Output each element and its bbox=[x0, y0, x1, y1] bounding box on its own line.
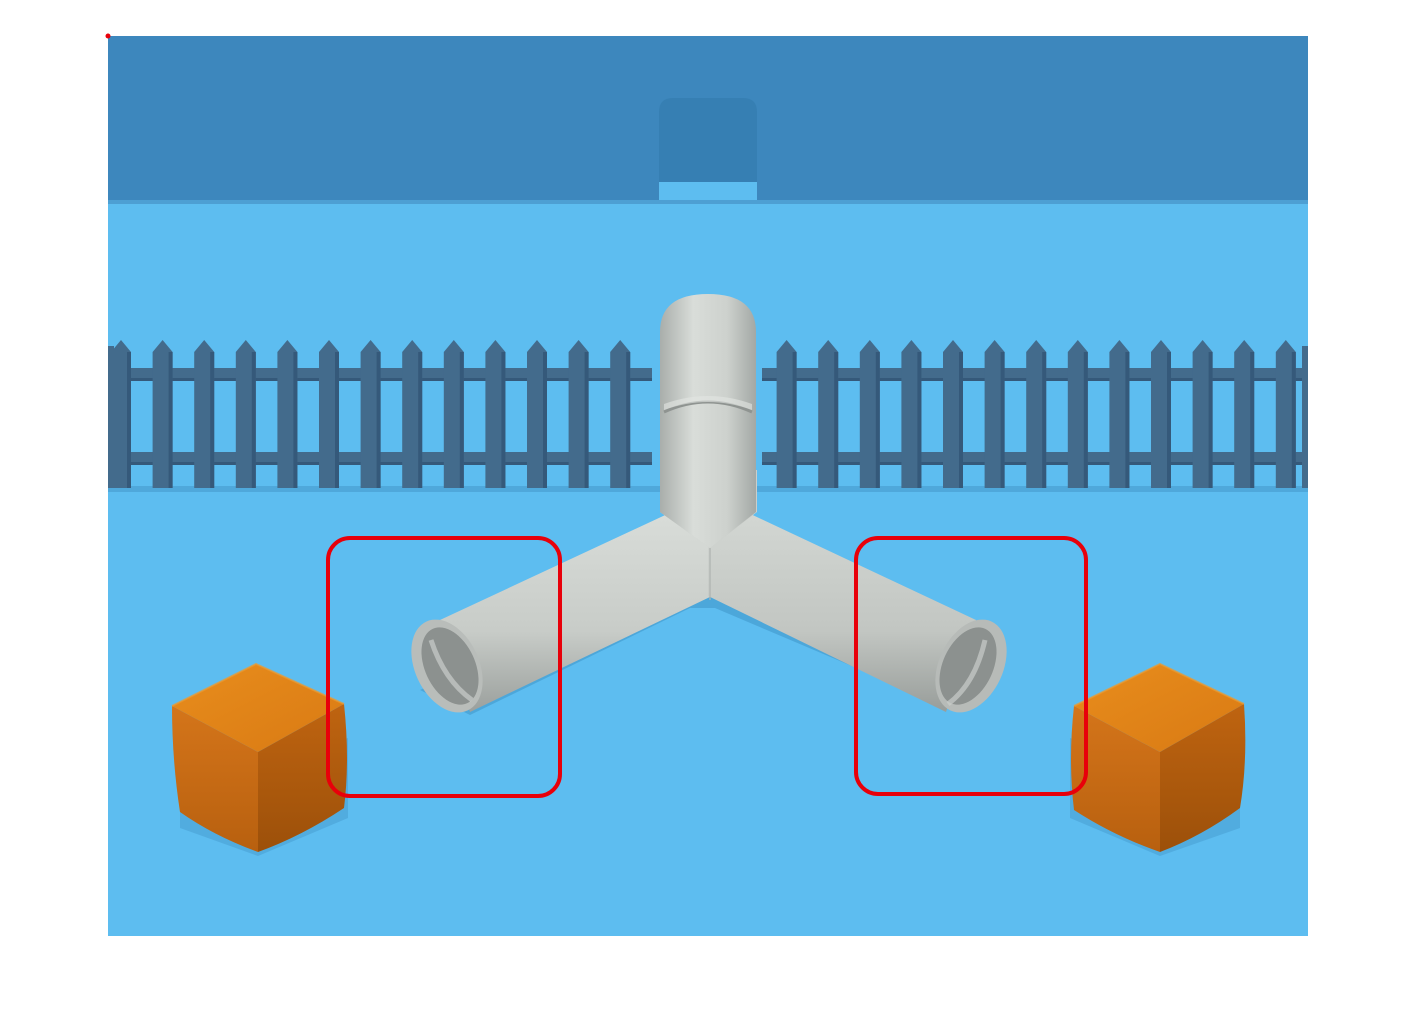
fence-picket-shade bbox=[251, 352, 256, 488]
fence-picket-shade bbox=[127, 352, 131, 488]
fence-picket-shade bbox=[418, 352, 423, 488]
fence-picket-shade bbox=[1083, 352, 1088, 488]
fence-picket-shade bbox=[543, 352, 547, 488]
scene-svg bbox=[105, 33, 1308, 936]
fence-picket-shade bbox=[293, 352, 298, 488]
fence-edge-right bbox=[1302, 346, 1308, 488]
fence-picket-shade bbox=[168, 352, 173, 488]
fence-picket-shade bbox=[626, 352, 631, 488]
fence-picket-shade bbox=[584, 352, 589, 488]
fence-picket-shade bbox=[1250, 352, 1255, 488]
fence-picket-shade bbox=[376, 352, 381, 488]
fence-picket-shade bbox=[792, 352, 797, 488]
fence-picket-shade bbox=[959, 352, 963, 488]
fence-edge-left bbox=[108, 346, 114, 488]
fence-picket-shade bbox=[1042, 352, 1047, 488]
fence-picket-shade bbox=[501, 352, 506, 488]
fence-picket-shade bbox=[875, 352, 880, 488]
pipe-vertical bbox=[660, 294, 756, 548]
fence-picket-shade bbox=[834, 352, 839, 488]
fence-picket-shade bbox=[335, 352, 339, 488]
fence-picket-shade bbox=[1125, 352, 1130, 488]
fence-picket-shade bbox=[1167, 352, 1171, 488]
left-crate[interactable] bbox=[171, 662, 348, 856]
fence-picket-shade bbox=[210, 352, 215, 488]
game-viewport bbox=[0, 0, 1416, 1030]
fence-picket-shade bbox=[917, 352, 922, 488]
fence-picket-shade bbox=[1000, 352, 1005, 488]
fence-picket-shade bbox=[459, 352, 464, 488]
fence-picket-shade bbox=[1208, 352, 1213, 488]
corner-marker bbox=[105, 33, 111, 39]
wall-edge bbox=[108, 200, 1308, 204]
fence-picket-shade bbox=[1291, 352, 1296, 488]
